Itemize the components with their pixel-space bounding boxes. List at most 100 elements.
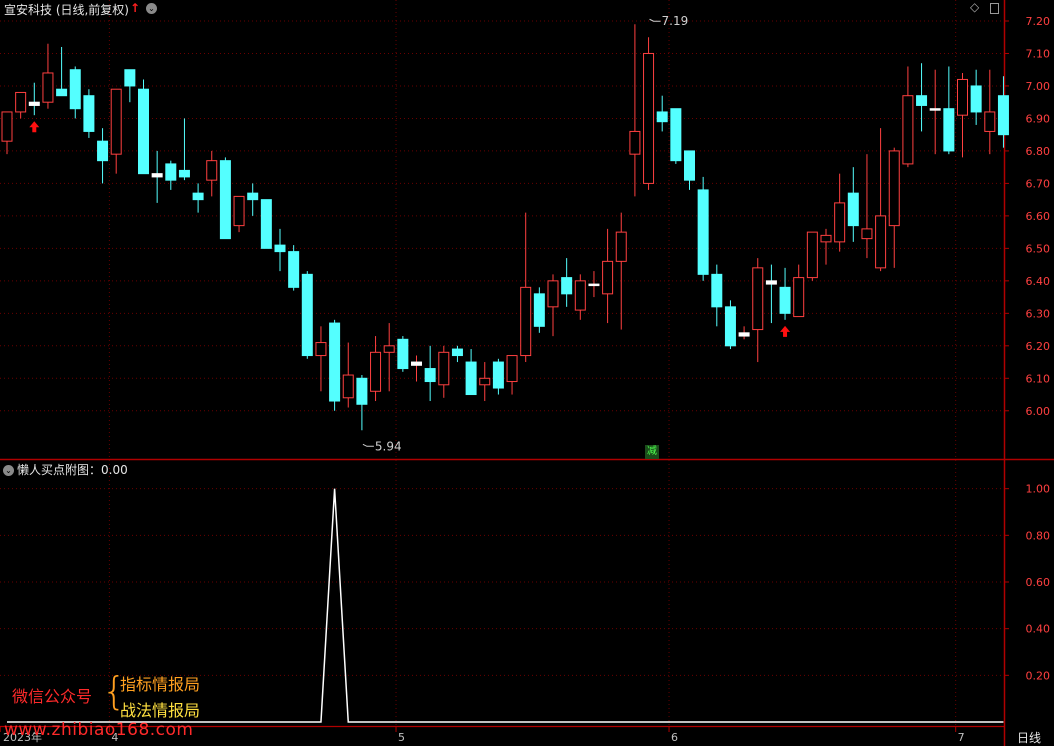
candle-body xyxy=(438,351,450,386)
candle-body xyxy=(779,286,791,314)
candle-body xyxy=(697,189,709,275)
candle-body xyxy=(465,361,477,396)
diamond-icon[interactable]: ◇ xyxy=(970,0,979,14)
sub-dropdown-icon[interactable]: ⌄ xyxy=(3,465,14,476)
candle-body xyxy=(984,111,996,132)
candle-body xyxy=(943,108,955,152)
candle-body xyxy=(451,348,463,357)
candle-body xyxy=(301,273,313,357)
candle-body xyxy=(793,277,805,318)
candle-body xyxy=(861,228,873,240)
sub-y-tick-label: 1.00 xyxy=(1026,483,1051,496)
candle-body xyxy=(315,342,327,357)
period-label[interactable]: 日线 xyxy=(1017,729,1041,746)
candle-body xyxy=(547,280,559,308)
buy-signal-arrow-icon xyxy=(780,325,791,337)
candle-body xyxy=(370,351,382,392)
high-marker-line xyxy=(649,18,661,22)
candle-body xyxy=(643,52,655,184)
candle-body xyxy=(83,95,95,132)
candle-body xyxy=(206,160,218,181)
candle-body xyxy=(533,293,545,327)
candle-body xyxy=(479,377,491,386)
candle-body xyxy=(834,202,846,243)
candle-body xyxy=(97,140,109,162)
y-tick-label: 6.60 xyxy=(1026,210,1051,223)
y-tick-label: 6.00 xyxy=(1026,405,1051,418)
chart-title: 宣安科技 (日线,前复权) xyxy=(4,3,129,17)
candle-body xyxy=(28,101,40,106)
candle-body xyxy=(1,111,13,142)
candle-body xyxy=(629,130,641,155)
candle-body xyxy=(15,91,27,113)
y-tick-label: 6.20 xyxy=(1026,340,1051,353)
scroll-icon[interactable] xyxy=(990,3,999,14)
candle-body xyxy=(847,192,859,227)
candle-body xyxy=(397,338,409,370)
candle-body xyxy=(151,173,163,178)
candle-body xyxy=(765,280,777,285)
dropdown-icon[interactable]: ⌄ xyxy=(146,3,157,14)
candle-body xyxy=(684,150,695,181)
candle-body xyxy=(424,368,436,383)
jian-badge: 减 xyxy=(645,445,659,459)
candle-body xyxy=(42,72,54,103)
candle-body xyxy=(588,283,600,287)
candle-body xyxy=(752,267,764,331)
candle-body xyxy=(192,192,204,201)
y-tick-label: 7.00 xyxy=(1026,80,1051,93)
candle-body xyxy=(875,215,887,269)
up-arrow-icon: ↑ xyxy=(130,1,141,15)
candle-body xyxy=(615,231,627,262)
candle-body xyxy=(970,85,982,113)
candle-body xyxy=(957,78,968,116)
watermark-line1: 指标情报局 xyxy=(120,675,201,694)
candle-body xyxy=(247,192,259,201)
candle-body xyxy=(219,160,231,240)
candle-body xyxy=(288,251,300,288)
high-price-label: 7.19 xyxy=(662,14,689,28)
candle-body xyxy=(656,111,668,123)
candle-body xyxy=(670,108,682,162)
sub-y-tick-label: 0.80 xyxy=(1026,529,1051,542)
candle-body xyxy=(329,322,341,402)
low-marker-line xyxy=(362,443,374,447)
candle-body xyxy=(916,95,928,106)
y-tick-label: 7.20 xyxy=(1026,15,1051,28)
candle-body xyxy=(902,95,914,165)
candle-body xyxy=(260,199,272,249)
candle-body xyxy=(492,361,504,389)
low-price-label: 5.94 xyxy=(375,439,402,453)
candle-body xyxy=(124,69,136,87)
candle-body xyxy=(574,280,586,311)
candle-body xyxy=(178,169,190,178)
candle-body xyxy=(110,88,122,155)
watermark-url: www.zhibiao168.com xyxy=(4,720,194,740)
y-tick-label: 6.70 xyxy=(1026,177,1051,190)
stock-chart[interactable]: 6.00 6.10 6.20 6.30 6.40 6.50 6.60 6.70 6.80 6.90… xyxy=(0,0,1054,746)
candle-body xyxy=(56,88,68,97)
candle-body xyxy=(997,95,1009,136)
candle-body xyxy=(711,273,723,308)
x-tick-label: 6 xyxy=(671,731,678,744)
candle-body xyxy=(138,88,149,175)
y-tick-label: 6.90 xyxy=(1026,112,1051,125)
candle-body xyxy=(356,377,368,405)
x-tick-label: 5 xyxy=(398,731,405,744)
candle-body xyxy=(233,195,245,227)
y-tick-label: 6.50 xyxy=(1026,242,1051,255)
y-tick-label: 6.80 xyxy=(1026,145,1051,158)
watermark-line2: 战法情报局 xyxy=(120,701,201,720)
candle-body xyxy=(888,150,900,227)
candle-body xyxy=(806,231,818,279)
candle-body xyxy=(820,234,832,243)
candle-body xyxy=(929,108,941,111)
candle-body xyxy=(520,286,532,357)
candle-body xyxy=(411,361,422,366)
candle-body xyxy=(342,374,354,399)
x-tick-label: 7 xyxy=(958,731,965,744)
sub-panel-title: 懒人买点附图：0.00 xyxy=(17,463,128,477)
y-tick-label: 6.30 xyxy=(1026,307,1051,320)
candle-body xyxy=(69,69,81,110)
candle-body xyxy=(724,306,736,347)
